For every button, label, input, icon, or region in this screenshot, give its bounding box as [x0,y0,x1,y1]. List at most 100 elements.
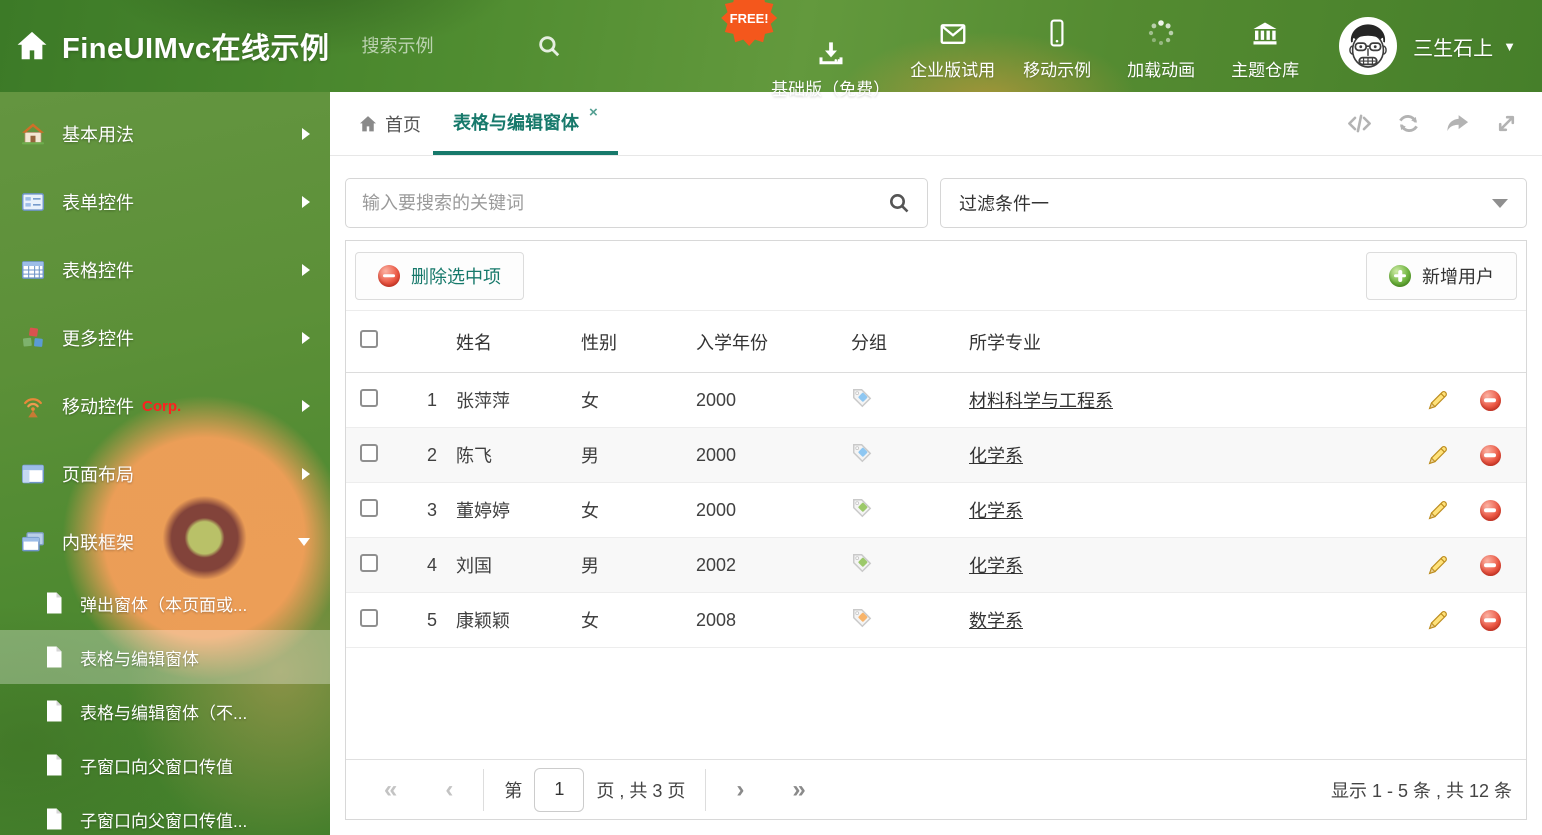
major-link[interactable]: 材料科学与工程系 [969,391,1113,411]
search-icon[interactable] [536,33,562,59]
next-page-button[interactable]: › [712,777,768,802]
edit-action[interactable] [1412,388,1464,412]
header-nav: FREE! 基础版（免费） 企业版试用 移动示例 加载动画 主题仓库 [721,0,1317,102]
row-checkbox[interactable] [360,388,378,407]
row-checkbox[interactable] [360,608,378,627]
edit-action[interactable] [1412,553,1464,577]
grid-body: 1 张萍萍 女 2000 材料科学与工程系 2 陈飞 男 2000 化学系 3 … [346,373,1526,648]
cell-name: 张萍萍 [456,391,510,411]
sidebar-subitem[interactable]: 表格与编辑窗体（不... [0,684,330,738]
sidebar-subitem-label: 子窗口向父窗口传值... [80,811,248,831]
tag-icon [853,388,872,407]
sidebar-subitem[interactable]: 子窗口向父窗口传值 [0,738,330,792]
sidebar-item-label: 移动控件 [62,397,134,417]
sidebar-subitem[interactable]: 表格与编辑窗体 [0,630,330,684]
expand-icon[interactable] [1493,110,1520,137]
delete-action[interactable] [1464,609,1516,631]
filter-dropdown[interactable]: 过滤条件一 [940,178,1527,228]
share-icon[interactable] [1444,110,1471,137]
keyword-search-input[interactable] [362,192,887,214]
divider [705,768,707,811]
column-header-name[interactable]: 姓名 [456,329,581,355]
spinner-icon [1148,20,1174,45]
delete-action[interactable] [1464,554,1516,576]
chevron-right-icon [302,128,310,140]
avatar[interactable] [1339,17,1398,75]
column-header-gender[interactable]: 性别 [581,329,696,355]
major-link[interactable]: 化学系 [969,556,1023,576]
page-jump: 第 页 , 共 3 页 [490,767,699,812]
column-header-year[interactable]: 入学年份 [696,329,851,355]
pencil-icon [1428,391,1447,410]
grid-toolbar: 删除选中项 新增用户 [346,241,1526,311]
main-content: 首页 表格与编辑窗体 × 过滤条件一 [330,92,1542,835]
nav-item-loading-animations[interactable]: 加载动画 [1109,9,1213,83]
major-link[interactable]: 化学系 [969,446,1023,466]
major-link[interactable]: 化学系 [969,501,1023,521]
header-search-input[interactable] [361,35,522,57]
row-checkbox[interactable] [360,443,378,462]
tab-home[interactable]: 首页 [346,92,433,155]
edit-action[interactable] [1412,443,1464,467]
sidebar-item-form-controls[interactable]: 表单控件 [0,168,330,236]
code-icon[interactable] [1346,110,1373,137]
sidebar-item-mobile-controls[interactable]: 移动控件 Corp. [0,372,330,440]
chevron-right-icon [302,468,310,480]
cell-gender: 女 [581,611,599,631]
sidebar-item-basic-usage[interactable]: 基本用法 [0,100,330,168]
sidebar-item-page-layout[interactable]: 页面布局 [0,440,330,508]
sidebar-subitem[interactable]: 子窗口向父窗口传值... [0,792,330,835]
sidebar-subitem-label: 表格与编辑窗体 [80,649,199,669]
sidebar-subitem[interactable]: 弹出窗体（本页面或... [0,576,330,630]
table-row: 1 张萍萍 女 2000 材料科学与工程系 [346,373,1526,428]
sidebar-subitem-label: 表格与编辑窗体（不... [80,703,248,723]
app-title: FineUIMvc在线示例 [62,33,330,65]
filter-dropdown-value: 过滤条件一 [959,194,1049,214]
nav-item-basic-version[interactable]: FREE! 基础版（免费） [721,0,900,102]
row-checkbox[interactable] [360,498,378,517]
nav-item-mobile-demo[interactable]: 移动示例 [1005,9,1109,83]
page-number-input[interactable] [534,767,585,812]
sidebar-submenu: 弹出窗体（本页面或... 表格与编辑窗体 表格与编辑窗体（不... 子窗口向父窗… [0,576,330,835]
first-page-button[interactable]: « [360,777,421,802]
refresh-icon[interactable] [1395,110,1422,137]
search-icon[interactable] [887,191,911,215]
tab-grid-edit-window[interactable]: 表格与编辑窗体 × [433,92,618,155]
delete-action[interactable] [1464,444,1516,466]
prev-page-button[interactable]: ‹ [421,777,477,802]
user-name: 三生石上 [1413,37,1494,60]
cell-gender: 男 [581,446,599,466]
delete-selected-button[interactable]: 删除选中项 [355,251,524,300]
select-all-checkbox[interactable] [360,330,378,348]
tab-label: 表格与编辑窗体 [453,112,579,133]
nav-item-theme-repository[interactable]: 主题仓库 [1213,9,1317,83]
row-number: 3 [426,499,437,520]
file-icon [47,646,62,668]
delete-action[interactable] [1464,499,1516,521]
last-page-button[interactable]: » [768,777,829,802]
cubes-icon [22,327,43,347]
edit-action[interactable] [1412,498,1464,522]
tab-close-icon[interactable]: × [589,104,598,121]
column-header-major[interactable]: 所学专业 [969,329,1412,355]
column-header-group[interactable]: 分组 [851,329,969,355]
file-icon [47,700,62,722]
user-menu[interactable]: 三生石上 ▼ [1413,32,1516,61]
major-link[interactable]: 数学系 [969,611,1023,631]
sidebar: 基本用法 表单控件 表格控件 更多控件 移动控件 Corp. 页面布局 内联框架… [0,92,330,835]
cell-year: 2008 [696,609,737,630]
nav-item-enterprise-trial[interactable]: 企业版试用 [900,9,1005,83]
sidebar-item-more-controls[interactable]: 更多控件 [0,304,330,372]
cell-year: 2002 [696,554,737,575]
row-checkbox[interactable] [360,553,378,572]
chevron-down-icon: ▼ [1503,38,1516,54]
add-user-button[interactable]: 新增用户 [1366,251,1517,300]
pencil-icon [1428,501,1447,520]
delete-action[interactable] [1464,389,1516,411]
minus-circle-icon [1479,389,1501,411]
chevron-right-icon [302,400,310,412]
sidebar-item-grid-controls[interactable]: 表格控件 [0,236,330,304]
sidebar-item-inline-frame[interactable]: 内联框架 [0,508,330,576]
home-logo-icon[interactable] [14,28,50,64]
edit-action[interactable] [1412,608,1464,632]
